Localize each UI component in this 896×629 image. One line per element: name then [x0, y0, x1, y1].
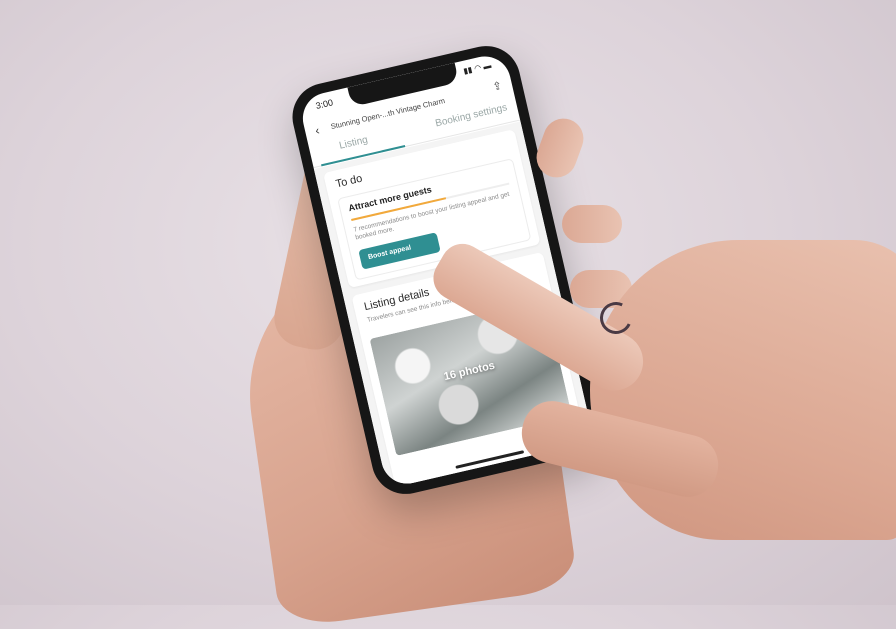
status-time: 3:00 — [314, 97, 334, 111]
tab-listing[interactable]: Listing — [338, 134, 369, 151]
back-arrow-icon[interactable]: ‹ — [314, 123, 321, 138]
share-icon[interactable]: ⇪ — [491, 79, 504, 94]
photo-scene: 3:00 ▮▮ ◠ ▬ ‹ Stunning Open-...th Vintag… — [0, 0, 896, 629]
todo-heading: To do — [334, 172, 364, 191]
right-hand — [590, 240, 896, 540]
photo-count: 16 photos — [442, 359, 497, 384]
status-icons: ▮▮ ◠ ▬ — [462, 60, 493, 76]
left-finger-middle — [562, 205, 622, 243]
